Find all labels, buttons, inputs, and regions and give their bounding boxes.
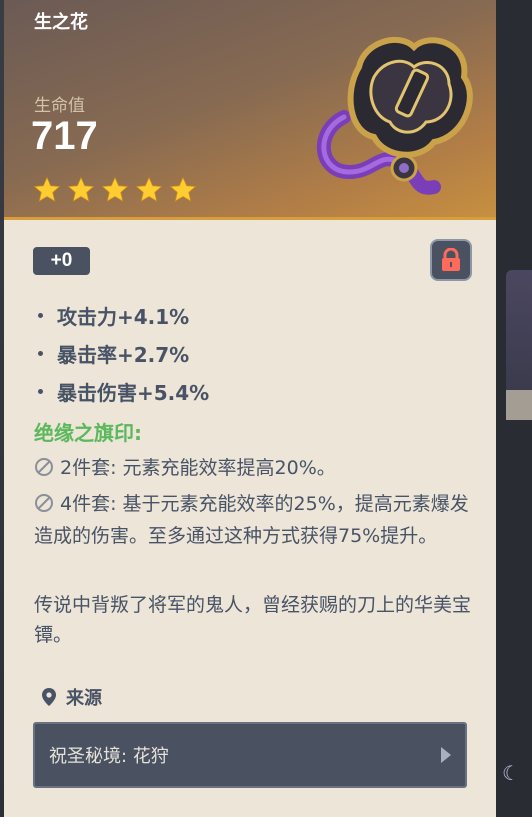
- set-effect-4pc: 4件套: 基于元素充能效率的25%，提高元素爆发造成的伤害。至多通过这种方式获得…: [34, 488, 474, 552]
- substat-text: 暴击伤害+5.4%: [57, 380, 210, 405]
- main-stat-label: 生命值: [34, 96, 85, 116]
- source-heading-label: 来源: [66, 688, 102, 709]
- set-name: 绝缘之旗印:: [34, 421, 142, 445]
- moon-icon: ☾: [502, 761, 520, 785]
- source-domain-button[interactable]: 祝圣秘境: 花狩: [33, 722, 467, 788]
- star-icon: [101, 176, 129, 202]
- substat-text: 攻击力+4.1%: [57, 304, 190, 329]
- inactive-icon: [35, 494, 53, 512]
- bullet-icon: [38, 350, 43, 356]
- lock-icon: [442, 248, 460, 271]
- inactive-icon: [35, 458, 53, 476]
- substat-text: 暴击率+2.7%: [57, 342, 190, 367]
- artifact-detail-card: 生之花 生命值 717 +0 攻击力+4.1% 暴击率+2.7% 暴击伤害+5.…: [4, 0, 496, 817]
- set-effect-4pc-text: 4件套: 基于元素充能效率的25%，提高元素爆发造成的伤害。至多通过这种方式获得…: [34, 493, 469, 547]
- star-icon: [33, 176, 61, 202]
- tsuba-artifact-icon: [316, 36, 473, 195]
- set-effect-2pc-text: 2件套: 元素充能效率提高20%。: [60, 457, 336, 479]
- star-icon: [135, 176, 163, 202]
- main-stat-value: 717: [31, 114, 98, 158]
- rarity-stars: [32, 175, 198, 205]
- substat-item: 攻击力+4.1%: [38, 296, 209, 334]
- background-tile: [506, 270, 532, 420]
- lock-button[interactable]: [430, 239, 472, 281]
- lore-description: 传说中背叛了将军的鬼人，曾经获赐的刀上的华美宝镡。: [34, 594, 472, 646]
- bullet-icon: [38, 388, 43, 394]
- set-effect-2pc: 2件套: 元素充能效率提高20%。: [34, 452, 474, 484]
- source-domain-label: 祝圣秘境: 花狩: [49, 746, 169, 767]
- bullet-icon: [38, 312, 43, 318]
- background-right: ☾: [496, 0, 532, 817]
- chevron-right-icon: [441, 747, 451, 763]
- source-heading: 来源: [42, 684, 102, 710]
- substats-list: 攻击力+4.1% 暴击率+2.7% 暴击伤害+5.4%: [38, 296, 209, 410]
- location-pin-icon: [42, 688, 56, 706]
- card-header: 生之花 生命值 717: [4, 0, 496, 220]
- star-icon: [169, 176, 197, 202]
- level-badge: +0: [33, 247, 90, 275]
- star-icon: [67, 176, 95, 202]
- substat-item: 暴击伤害+5.4%: [38, 372, 209, 410]
- artifact-piece-name: 生之花: [34, 12, 88, 33]
- substat-item: 暴击率+2.7%: [38, 334, 209, 372]
